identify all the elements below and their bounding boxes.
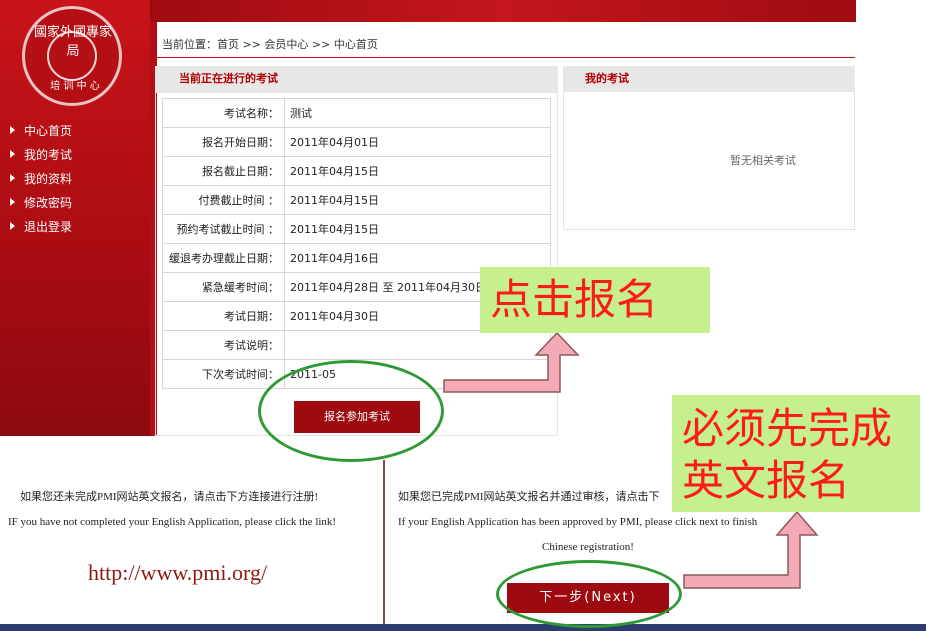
annotation-click-apply: 点击报名 [480, 267, 710, 333]
annotation-arrows [0, 0, 926, 631]
annotation-must-english: 必须先完成 英文报名 [672, 395, 920, 512]
highlight-ellipse-next [496, 560, 682, 628]
highlight-ellipse-apply [258, 360, 444, 462]
up-arrow-1 [444, 333, 578, 392]
annotation-line-2: 英文报名 [682, 455, 920, 507]
annotation-line-1: 必须先完成 [682, 403, 920, 455]
up-arrow-2 [684, 512, 817, 588]
